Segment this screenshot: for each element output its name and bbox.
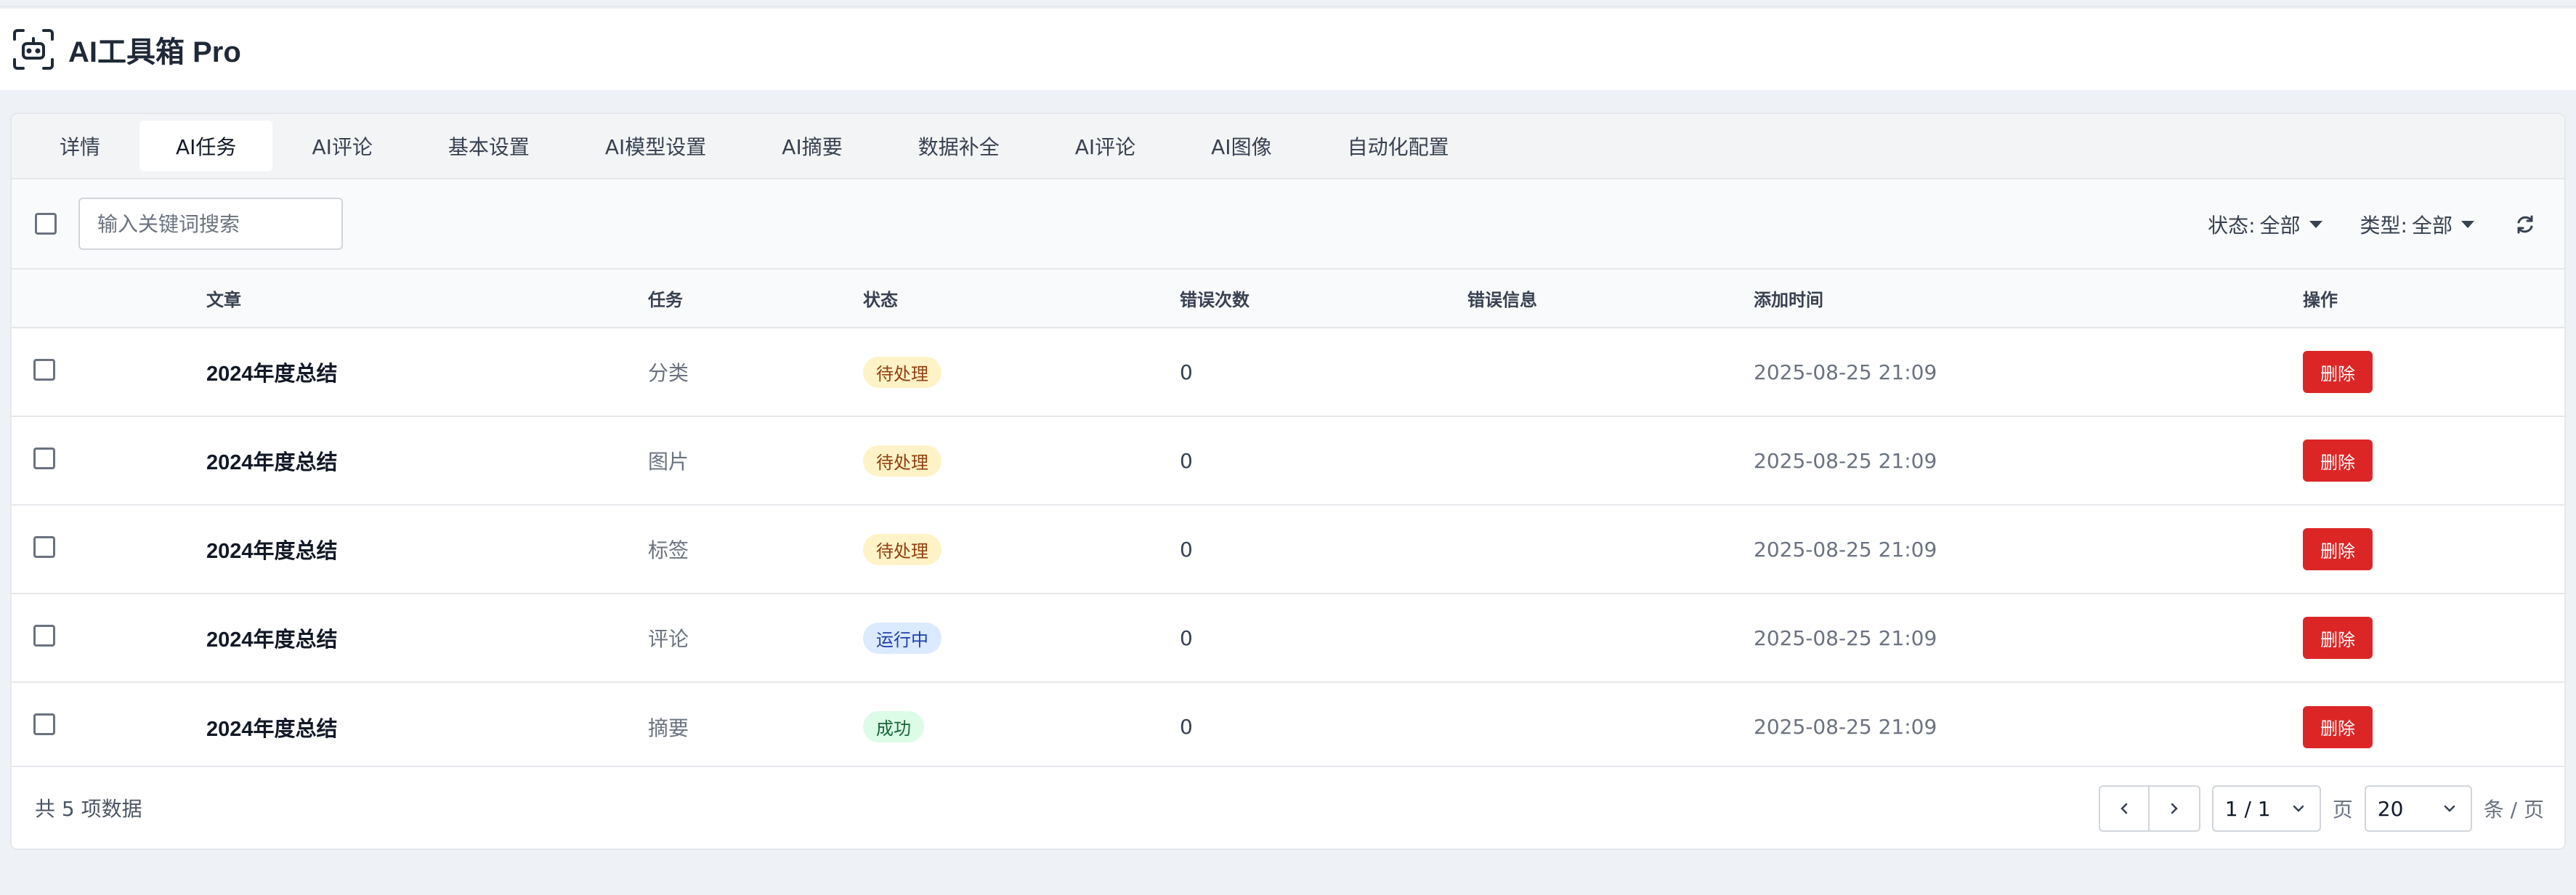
status-badge: 待处理 <box>863 533 941 565</box>
caret-down-icon <box>2461 221 2474 228</box>
task-type: 标签 <box>648 538 689 562</box>
tab-ai-image[interactable]: AI图像 <box>1175 121 1308 171</box>
status-filter-label: 状态: <box>2208 214 2256 238</box>
tab-ai-comments[interactable]: AI评论 <box>275 121 408 171</box>
page-select-value: 1 / 1 <box>2224 796 2271 821</box>
task-type: 图片 <box>648 450 689 474</box>
chevron-down-icon <box>2444 805 2455 812</box>
row-checkbox[interactable] <box>33 624 55 647</box>
tab-ai-model-settings[interactable]: AI模型设置 <box>569 121 742 171</box>
row-checkbox[interactable] <box>33 358 55 381</box>
pagination: 1 / 1 页 20 条 / 页 <box>2098 767 2544 849</box>
page-size-select[interactable]: 20 <box>2364 785 2472 832</box>
tab-ai-comments-2[interactable]: AI评论 <box>1039 121 1172 171</box>
caret-down-icon <box>2309 221 2322 228</box>
article-title: 2024年度总结 <box>206 451 338 474</box>
article-title: 2024年度总结 <box>206 628 338 652</box>
tab-data-completion[interactable]: 数据补全 <box>882 121 1036 171</box>
article-title: 2024年度总结 <box>206 717 338 741</box>
task-type: 摘要 <box>648 716 689 740</box>
added-time: 2025-08-25 21:09 <box>1754 715 1937 739</box>
page-select[interactable]: 1 / 1 <box>2211 785 2321 832</box>
delete-button[interactable]: 删除 <box>2303 440 2373 482</box>
error-info <box>1467 594 1754 682</box>
select-all-checkbox[interactable] <box>35 213 57 235</box>
added-time: 2025-08-25 21:09 <box>1754 448 1937 473</box>
table-header-row: 文章 任务 状态 错误次数 错误信息 添加时间 操作 <box>12 270 2564 328</box>
status-badge: 待处理 <box>863 445 941 477</box>
table-row: 2024年度总结 评论 运行中 0 2025-08-25 21:09 删除 <box>12 594 2564 682</box>
page-size-suffix: 条 / 页 <box>2483 798 2544 822</box>
error-info <box>1467 328 1754 416</box>
search-input[interactable] <box>78 198 343 250</box>
page-size-value: 20 <box>2377 796 2404 821</box>
filters: 状态: 全部 类型: 全部 <box>2208 179 2541 270</box>
added-time: 2025-08-25 21:09 <box>1754 625 1937 650</box>
header-added: 添加时间 <box>1754 290 1823 310</box>
status-badge: 运行中 <box>863 622 941 654</box>
status-badge: 成功 <box>863 711 924 742</box>
added-time: 2025-08-25 21:09 <box>1754 537 1937 562</box>
row-checkbox[interactable] <box>33 447 55 469</box>
error-info <box>1467 505 1754 594</box>
error-info <box>1467 682 1754 771</box>
robot-icon <box>10 26 57 73</box>
type-filter-value: 全部 <box>2411 214 2453 238</box>
error-count: 0 <box>1180 360 1193 384</box>
app-title: AI工具箱 Pro <box>68 36 241 68</box>
header-error-info: 错误信息 <box>1467 290 1537 310</box>
table-footer: 共 5 项数据 1 / 1 页 20 条 / 页 <box>12 766 2564 849</box>
next-page-button[interactable] <box>2149 785 2200 832</box>
article-title: 2024年度总结 <box>206 540 338 563</box>
error-count: 0 <box>1180 625 1193 650</box>
tab-details[interactable]: 详情 <box>23 121 137 171</box>
main-card: 详情 AI任务 AI评论 基本设置 AI模型设置 AI摘要 数据补全 AI评论 … <box>10 113 2566 850</box>
tab-automation-config[interactable]: 自动化配置 <box>1311 121 1486 171</box>
delete-button[interactable]: 删除 <box>2303 705 2373 748</box>
chevron-left-icon <box>2120 803 2127 814</box>
app-header: AI工具箱 Pro <box>0 9 2576 90</box>
error-info <box>1467 416 1754 505</box>
chevron-down-icon <box>2293 805 2304 812</box>
prev-page-button[interactable] <box>2098 785 2150 832</box>
row-checkbox[interactable] <box>33 713 55 735</box>
error-count: 0 <box>1180 715 1193 739</box>
tab-bar: 详情 AI任务 AI评论 基本设置 AI模型设置 AI摘要 数据补全 AI评论 … <box>12 114 2564 179</box>
delete-button[interactable]: 删除 <box>2303 617 2373 659</box>
refresh-icon[interactable] <box>2512 211 2538 238</box>
type-filter[interactable]: 类型: 全部 <box>2360 210 2474 239</box>
header-status: 状态 <box>863 290 898 310</box>
tab-basic-settings[interactable]: 基本设置 <box>412 121 566 171</box>
status-filter[interactable]: 状态: 全部 <box>2208 210 2322 239</box>
table-row: 2024年度总结 分类 待处理 0 2025-08-25 21:09 删除 <box>12 328 2564 416</box>
tab-ai-summary[interactable]: AI摘要 <box>745 121 878 171</box>
top-border <box>0 0 2576 7</box>
header-actions: 操作 <box>2303 290 2338 310</box>
task-type: 评论 <box>648 627 689 651</box>
total-count: 共 5 项数据 <box>35 797 142 821</box>
error-count: 0 <box>1180 448 1193 473</box>
delete-button[interactable]: 删除 <box>2303 351 2373 393</box>
article-title: 2024年度总结 <box>206 363 338 386</box>
header-task: 任务 <box>648 290 683 310</box>
type-filter-label: 类型: <box>2360 214 2407 238</box>
table-row: 2024年度总结 摘要 成功 0 2025-08-25 21:09 删除 <box>12 682 2564 771</box>
error-count: 0 <box>1180 537 1193 562</box>
table-row: 2024年度总结 图片 待处理 0 2025-08-25 21:09 删除 <box>12 416 2564 505</box>
tasks-table: 文章 任务 状态 错误次数 错误信息 添加时间 操作 2024年度总结 分类 待… <box>12 270 2564 771</box>
header-article: 文章 <box>206 290 241 310</box>
added-time: 2025-08-25 21:09 <box>1754 360 1937 384</box>
row-checkbox[interactable] <box>33 535 55 558</box>
header-select <box>12 270 206 328</box>
status-filter-value: 全部 <box>2259 214 2301 238</box>
page-suffix: 页 <box>2332 798 2353 822</box>
table-row: 2024年度总结 标签 待处理 0 2025-08-25 21:09 删除 <box>12 505 2564 594</box>
header-errors: 错误次数 <box>1180 290 1249 310</box>
task-type: 分类 <box>648 361 689 385</box>
toolbar: 状态: 全部 类型: 全部 <box>12 179 2564 270</box>
tab-ai-tasks[interactable]: AI任务 <box>139 121 273 171</box>
status-badge: 待处理 <box>863 356 941 388</box>
chevron-right-icon <box>2171 803 2178 814</box>
delete-button[interactable]: 删除 <box>2303 528 2373 570</box>
